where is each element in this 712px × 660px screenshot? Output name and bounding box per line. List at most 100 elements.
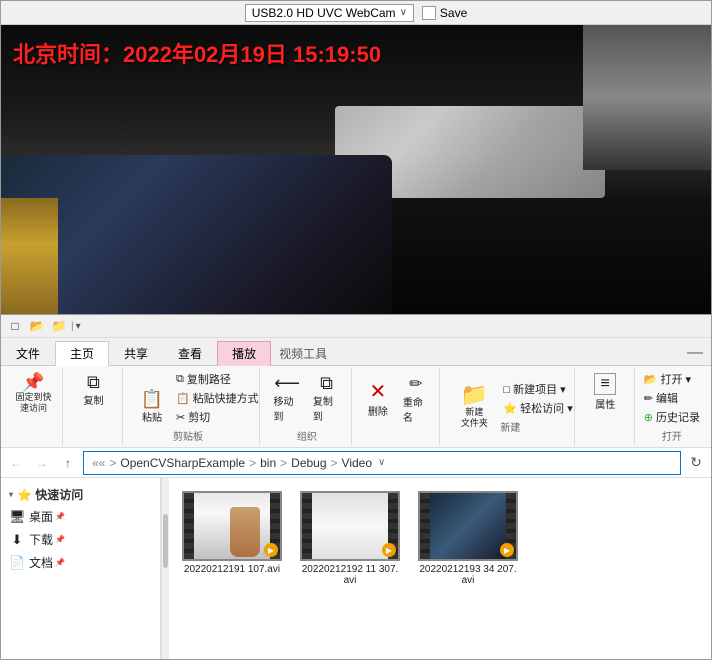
tab-home[interactable]: 主页 bbox=[55, 341, 109, 366]
sidebar-item-documents[interactable]: 📄 文档 📌 bbox=[1, 551, 160, 574]
sidebar-item-desktop[interactable]: 🖥 桌面 📌 bbox=[1, 505, 160, 528]
sidebar-label-downloads: 下载 bbox=[29, 531, 53, 548]
film-mark-1: ▶ bbox=[382, 543, 396, 557]
sidebar-label-desktop: 桌面 bbox=[29, 508, 53, 525]
move-to-btn[interactable]: ⟵ 移动到 bbox=[268, 371, 305, 426]
quick-access-toolbar: □ 📂 📁 | ▾ bbox=[1, 315, 711, 338]
file-thumbnail-2: ▶ bbox=[418, 491, 518, 561]
quick-access-label: ⭐ 快速访问 bbox=[17, 486, 83, 503]
film-mark-0: ▶ bbox=[264, 543, 278, 557]
timestamp-overlay: 北京时间：2022年02月19日 15:19:50 bbox=[13, 37, 381, 69]
qa-folder-btn[interactable]: 📁 bbox=[49, 316, 69, 336]
save-label: Save bbox=[440, 6, 467, 20]
clipboard-section-label: 剪贴板 bbox=[173, 426, 262, 443]
new-folder-btn[interactable]: 📁 新建文件夹 bbox=[448, 381, 500, 432]
webcam-window: USB2.0 HD UVC WebCam ∨ Save 北京时间：2022年02… bbox=[0, 0, 712, 315]
ribbon-tabs: 文件 主页 共享 查看 播放 视频工具 — bbox=[1, 338, 711, 366]
file-thumbnail-0: ▶ bbox=[182, 491, 282, 561]
forward-btn[interactable]: → bbox=[31, 452, 53, 474]
ribbon-section-copy: ⧉ 复制 bbox=[65, 368, 123, 445]
ribbon-section-open: 📂 打开 ▾ ✏ 编辑 ⊕ 历史记录 打开 bbox=[637, 368, 707, 445]
clipboard-small-buttons: ⧉ 复制路径 📋 粘贴快捷方式 ✂ 剪切 剪贴板 bbox=[173, 370, 262, 443]
new-small-buttons: □ 新建项目 ▾ ⭐ 轻松访问 ▾ 新建 bbox=[500, 380, 575, 434]
ribbon-toolbar: 📌 固定到快速访问 ⧉ 复制 📋 粘贴 ⧉ 复制路径 bbox=[1, 366, 711, 448]
device-label: USB2.0 HD UVC WebCam bbox=[252, 6, 396, 20]
tab-file[interactable]: 文件 bbox=[1, 341, 55, 366]
path-seg-0: OpenCVSharpExample bbox=[120, 456, 245, 470]
quick-access-expand-icon: ▾ bbox=[9, 490, 13, 499]
device-dropdown[interactable]: USB2.0 HD UVC WebCam ∨ bbox=[245, 4, 414, 22]
cut-icon: ✂ bbox=[176, 411, 185, 424]
delete-btn[interactable]: ✕ 删除 bbox=[360, 379, 396, 421]
save-checkbox[interactable] bbox=[422, 6, 436, 20]
path-seg-2: Debug bbox=[291, 456, 326, 470]
organize-section-label: 组织 bbox=[297, 426, 317, 443]
path-seg-3: Video bbox=[342, 456, 372, 470]
copy-to-btn[interactable]: ⧉ 复制到 bbox=[308, 371, 345, 426]
file-name-0: 20220212191 107.avi bbox=[184, 564, 280, 575]
easy-access-btn[interactable]: ⭐ 轻松访问 ▾ bbox=[500, 399, 575, 417]
pin-indicator-documents: 📌 bbox=[55, 558, 65, 567]
copy-btn[interactable]: ⧉ 复制 bbox=[69, 370, 117, 410]
copy-path-btn[interactable]: ⧉ 复制路径 bbox=[173, 370, 262, 388]
cut-btn[interactable]: ✂ 剪切 bbox=[173, 408, 262, 426]
path-seg-1: bin bbox=[260, 456, 276, 470]
back-btn[interactable]: ← bbox=[5, 452, 27, 474]
new-item-btn[interactable]: □ 新建项目 ▾ bbox=[500, 380, 575, 398]
file-item-1[interactable]: ▶ 20220212192 11 307.avi bbox=[295, 486, 405, 591]
webcam-topbar: USB2.0 HD UVC WebCam ∨ Save bbox=[1, 1, 711, 25]
minimize-ribbon-btn[interactable]: — bbox=[679, 345, 711, 361]
tab-play-label[interactable]: 视频工具 bbox=[271, 342, 335, 365]
copy-icon: ⧉ bbox=[87, 373, 100, 391]
sidebar-scrollbar[interactable] bbox=[161, 478, 169, 659]
paste-shortcut-btn[interactable]: 📋 粘贴快捷方式 bbox=[173, 389, 262, 407]
path-sep-3: > bbox=[331, 456, 338, 470]
explorer-window: □ 📂 📁 | ▾ 文件 主页 共享 查看 播放 视频工具 — 📌 bbox=[0, 315, 712, 660]
file-name-2: 20220212193 34 207.avi bbox=[418, 564, 518, 586]
file-item-2[interactable]: ▶ 20220212193 34 207.avi bbox=[413, 486, 523, 591]
move-to-icon: ⟵ bbox=[274, 374, 300, 392]
address-dropdown-arrow[interactable]: ∨ bbox=[378, 457, 385, 468]
refresh-btn[interactable]: ↻ bbox=[685, 452, 707, 474]
file-grid: ▶ 20220212191 107.avi ▶ 20220212192 11 3… bbox=[169, 478, 711, 659]
camera-left-strip bbox=[1, 198, 58, 314]
paste-icon: 📋 bbox=[141, 390, 163, 408]
qa-separator: | bbox=[71, 321, 74, 332]
ribbon-section-clipboard: 📋 粘贴 ⧉ 复制路径 📋 粘贴快捷方式 ✂ 剪切 bbox=[125, 368, 260, 445]
sidebar-label-documents: 文档 bbox=[29, 554, 53, 571]
history-btn[interactable]: ⊕ 历史记录 bbox=[641, 408, 703, 426]
address-path[interactable]: «« > OpenCVSharpExample > bin > Debug > … bbox=[83, 451, 681, 475]
edit-btn[interactable]: ✏ 编辑 bbox=[641, 389, 703, 407]
properties-icon: ≡ bbox=[594, 373, 616, 395]
paste-btn[interactable]: 📋 粘贴 bbox=[131, 387, 173, 427]
qa-open-btn[interactable]: 📂 bbox=[27, 316, 47, 336]
open-section-label: 打开 bbox=[662, 426, 682, 443]
delete-icon: ✕ bbox=[369, 382, 386, 402]
ribbon-section-properties: ≡ 属性 bbox=[577, 368, 635, 445]
path-sep-1: > bbox=[249, 456, 256, 470]
up-btn[interactable]: ↑ bbox=[57, 452, 79, 474]
pin-to-quickaccess-btn[interactable]: 📌 固定到快速访问 bbox=[10, 370, 58, 417]
documents-icon: 📄 bbox=[9, 555, 25, 571]
qa-new-btn[interactable]: □ bbox=[5, 316, 25, 336]
file-item-0[interactable]: ▶ 20220212191 107.avi bbox=[177, 486, 287, 591]
webcam-video-area: 北京时间：2022年02月19日 15:19:50 bbox=[1, 25, 711, 314]
properties-btn[interactable]: ≡ 属性 bbox=[581, 370, 629, 414]
tab-share[interactable]: 共享 bbox=[109, 341, 163, 366]
path-arrow: «« bbox=[92, 456, 105, 470]
pin-icon: 📌 bbox=[22, 373, 44, 391]
open-btn[interactable]: 📂 打开 ▾ bbox=[641, 370, 703, 388]
tab-view[interactable]: 查看 bbox=[163, 341, 217, 366]
dropdown-arrow-icon: ∨ bbox=[400, 7, 407, 18]
desktop-icon: 🖥 bbox=[9, 509, 25, 525]
ribbon-section-delete-rename: ✕ 删除 ✏ 重命名 - bbox=[354, 368, 440, 445]
tab-video-tools[interactable]: 播放 bbox=[217, 341, 271, 366]
content-area: ▾ ⭐ 快速访问 🖥 桌面 📌 ⬇ 下载 📌 📄 文档 📌 bbox=[1, 478, 711, 659]
film-mark-2: ▶ bbox=[500, 543, 514, 557]
rename-btn[interactable]: ✏ 重命名 bbox=[398, 374, 434, 427]
qa-dropdown-arrow[interactable]: ▾ bbox=[76, 321, 81, 332]
sidebar-quick-access-header[interactable]: ▾ ⭐ 快速访问 bbox=[1, 482, 160, 505]
file-name-1: 20220212192 11 307.avi bbox=[300, 564, 400, 586]
camera-right-area bbox=[583, 25, 711, 170]
sidebar-item-downloads[interactable]: ⬇ 下载 📌 bbox=[1, 528, 160, 551]
